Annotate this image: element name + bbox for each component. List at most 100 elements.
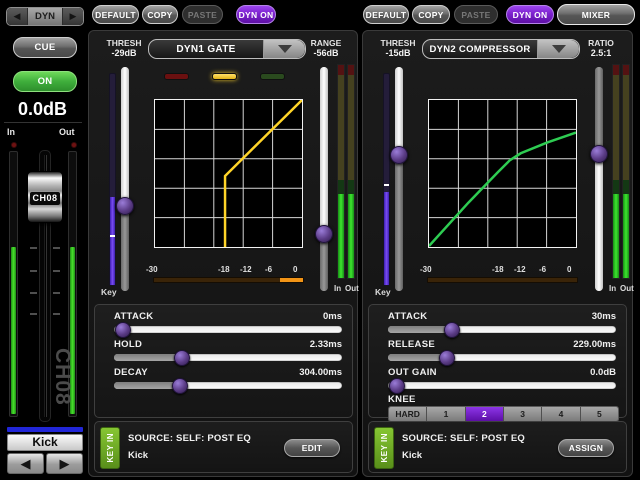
fader-tick — [30, 292, 37, 294]
dynamics-screen: ◀ DYN ▶ CUE ON 0.0dB In Out CH08 CH08 Ki… — [0, 0, 640, 480]
comp-copy-button[interactable]: COPY — [412, 5, 450, 24]
gate-thresh-slider[interactable] — [121, 67, 129, 291]
comp-attack-knob[interactable] — [444, 322, 460, 338]
comp-attack-value: 30ms — [592, 311, 616, 322]
gate-curve — [225, 100, 302, 247]
gate-keyin-edit-button[interactable]: EDIT — [284, 439, 340, 457]
gate-attack-value: 0ms — [323, 311, 342, 322]
fader-knob[interactable]: CH08 — [27, 171, 63, 223]
left-arrow-icon: ◀ — [21, 456, 31, 471]
gate-dyn-on-button[interactable]: DYN ON — [236, 5, 276, 24]
gate-type-dropdown[interactable]: DYN1 GATE — [148, 39, 306, 59]
meter-in-label: In — [7, 127, 15, 137]
gate-default-button[interactable]: DEFAULT — [92, 5, 139, 24]
gate-hold-knob[interactable] — [174, 350, 190, 366]
fader-tick — [53, 313, 60, 315]
gate-attack-slider[interactable] — [114, 326, 342, 333]
gate-thresh-label: THRESH — [97, 38, 151, 48]
right-arrow-icon: ▶ — [70, 11, 77, 22]
gate-type-selected: DYN1 GATE — [149, 44, 263, 55]
nav-page-label: DYN — [27, 8, 63, 25]
knee-option-3[interactable]: 3 — [504, 407, 542, 421]
gate-thresh-value: -29dB — [97, 48, 151, 58]
comp-release-knob[interactable] — [439, 350, 455, 366]
fader-tick — [30, 270, 37, 272]
comp-axis-30: -30 — [420, 265, 432, 274]
gate-led-yellow — [212, 73, 237, 80]
gate-decay-label: DECAY — [114, 367, 148, 378]
gate-copy-button[interactable]: COPY — [142, 5, 178, 24]
comp-axis-0: 0 — [567, 265, 571, 274]
nav-prev-page-button[interactable]: ◀ — [7, 8, 27, 25]
gate-led-green — [260, 73, 285, 80]
cue-button[interactable]: CUE — [13, 37, 77, 58]
comp-outgain-slider[interactable] — [388, 382, 616, 389]
gate-axis-18: -18 — [218, 265, 230, 274]
comp-ratio-knob[interactable] — [590, 145, 608, 163]
comp-outgain-knob[interactable] — [389, 378, 405, 394]
gate-thresh-knob[interactable] — [116, 197, 134, 215]
fader-tick — [30, 247, 37, 249]
comp-type-dropdown[interactable]: DYN2 COMPRESSOR — [422, 39, 580, 59]
comp-release-value: 229.00ms — [573, 339, 616, 350]
comp-default-button[interactable]: DEFAULT — [363, 5, 409, 24]
gate-range-value: -56dB — [299, 48, 353, 58]
comp-keyin-assign-button[interactable]: ASSIGN — [558, 439, 614, 457]
gate-hold-label: HOLD — [114, 339, 142, 350]
divider — [4, 122, 82, 123]
comp-thresh-knob[interactable] — [390, 146, 408, 164]
left-arrow-icon: ◀ — [14, 11, 21, 22]
in-clip-led — [11, 142, 17, 148]
knee-option-2[interactable]: 2 — [466, 407, 504, 421]
gate-graph — [154, 99, 303, 248]
prev-channel-button[interactable]: ◀ — [7, 453, 44, 474]
gate-paste-button[interactable]: PASTE — [182, 5, 223, 24]
gate-out-meter — [347, 64, 355, 279]
nav-next-page-button[interactable]: ▶ — [63, 8, 83, 25]
comp-attack-label: ATTACK — [388, 311, 427, 322]
comp-attack-slider[interactable] — [388, 326, 616, 333]
knee-option-hard[interactable]: HARD — [389, 407, 427, 421]
comp-keyin-source-name: Kick — [402, 450, 422, 461]
gate-keyin-source-name: Kick — [128, 450, 148, 461]
knee-option-1[interactable]: 1 — [427, 407, 465, 421]
dropdown-chevron-button[interactable] — [537, 40, 579, 58]
gate-decay-slider[interactable] — [114, 382, 342, 389]
comp-thresh-slider[interactable] — [395, 67, 403, 291]
gate-decay-value: 304.00ms — [299, 367, 342, 378]
comp-outgain-label: OUT GAIN — [388, 367, 437, 378]
comp-ratio-slider[interactable] — [595, 67, 603, 291]
gate-out-label: Out — [345, 284, 359, 293]
comp-release-slider[interactable] — [388, 354, 616, 361]
comp-out-meter — [622, 64, 630, 279]
channel-id-watermark: CH08 — [50, 348, 74, 406]
comp-ratio-label: RATIO — [574, 38, 628, 48]
channel-name-label: Kick — [7, 434, 83, 451]
comp-in-label: In — [609, 284, 616, 293]
fader-tick — [30, 313, 37, 315]
gate-range-knob[interactable] — [315, 225, 333, 243]
channel-on-button[interactable]: ON — [13, 71, 77, 92]
gate-params: ATTACK 0ms HOLD 2.33ms DECAY 304.00ms — [94, 304, 353, 418]
knee-option-5[interactable]: 5 — [581, 407, 618, 421]
knee-option-4[interactable]: 4 — [542, 407, 580, 421]
mixer-button[interactable]: MIXER — [557, 4, 635, 25]
gate-key-meter — [109, 73, 116, 286]
comp-paste-button[interactable]: PASTE — [454, 5, 498, 24]
fader-knob-label: CH08 — [30, 192, 60, 205]
next-channel-button[interactable]: ▶ — [46, 453, 83, 474]
comp-dyn-on-button[interactable]: DYN ON — [506, 5, 554, 24]
comp-out-label: Out — [620, 284, 634, 293]
gate-in-label: In — [334, 284, 341, 293]
gate-range-slider[interactable] — [320, 67, 328, 291]
gate-axis-30: -30 — [146, 265, 158, 274]
gate-attack-knob[interactable] — [115, 322, 131, 338]
comp-ratio-value: 2.5:1 — [574, 48, 628, 58]
gate-decay-knob[interactable] — [172, 378, 188, 394]
comp-knee-selector: HARD 1 2 3 4 5 — [388, 406, 619, 422]
comp-knee-label: KNEE — [388, 394, 416, 405]
fader-tick — [53, 247, 60, 249]
comp-params: ATTACK 30ms RELEASE 229.00ms OUT GAIN 0.… — [368, 304, 627, 418]
gate-key-label: Key — [101, 287, 117, 297]
gate-hold-slider[interactable] — [114, 354, 342, 361]
